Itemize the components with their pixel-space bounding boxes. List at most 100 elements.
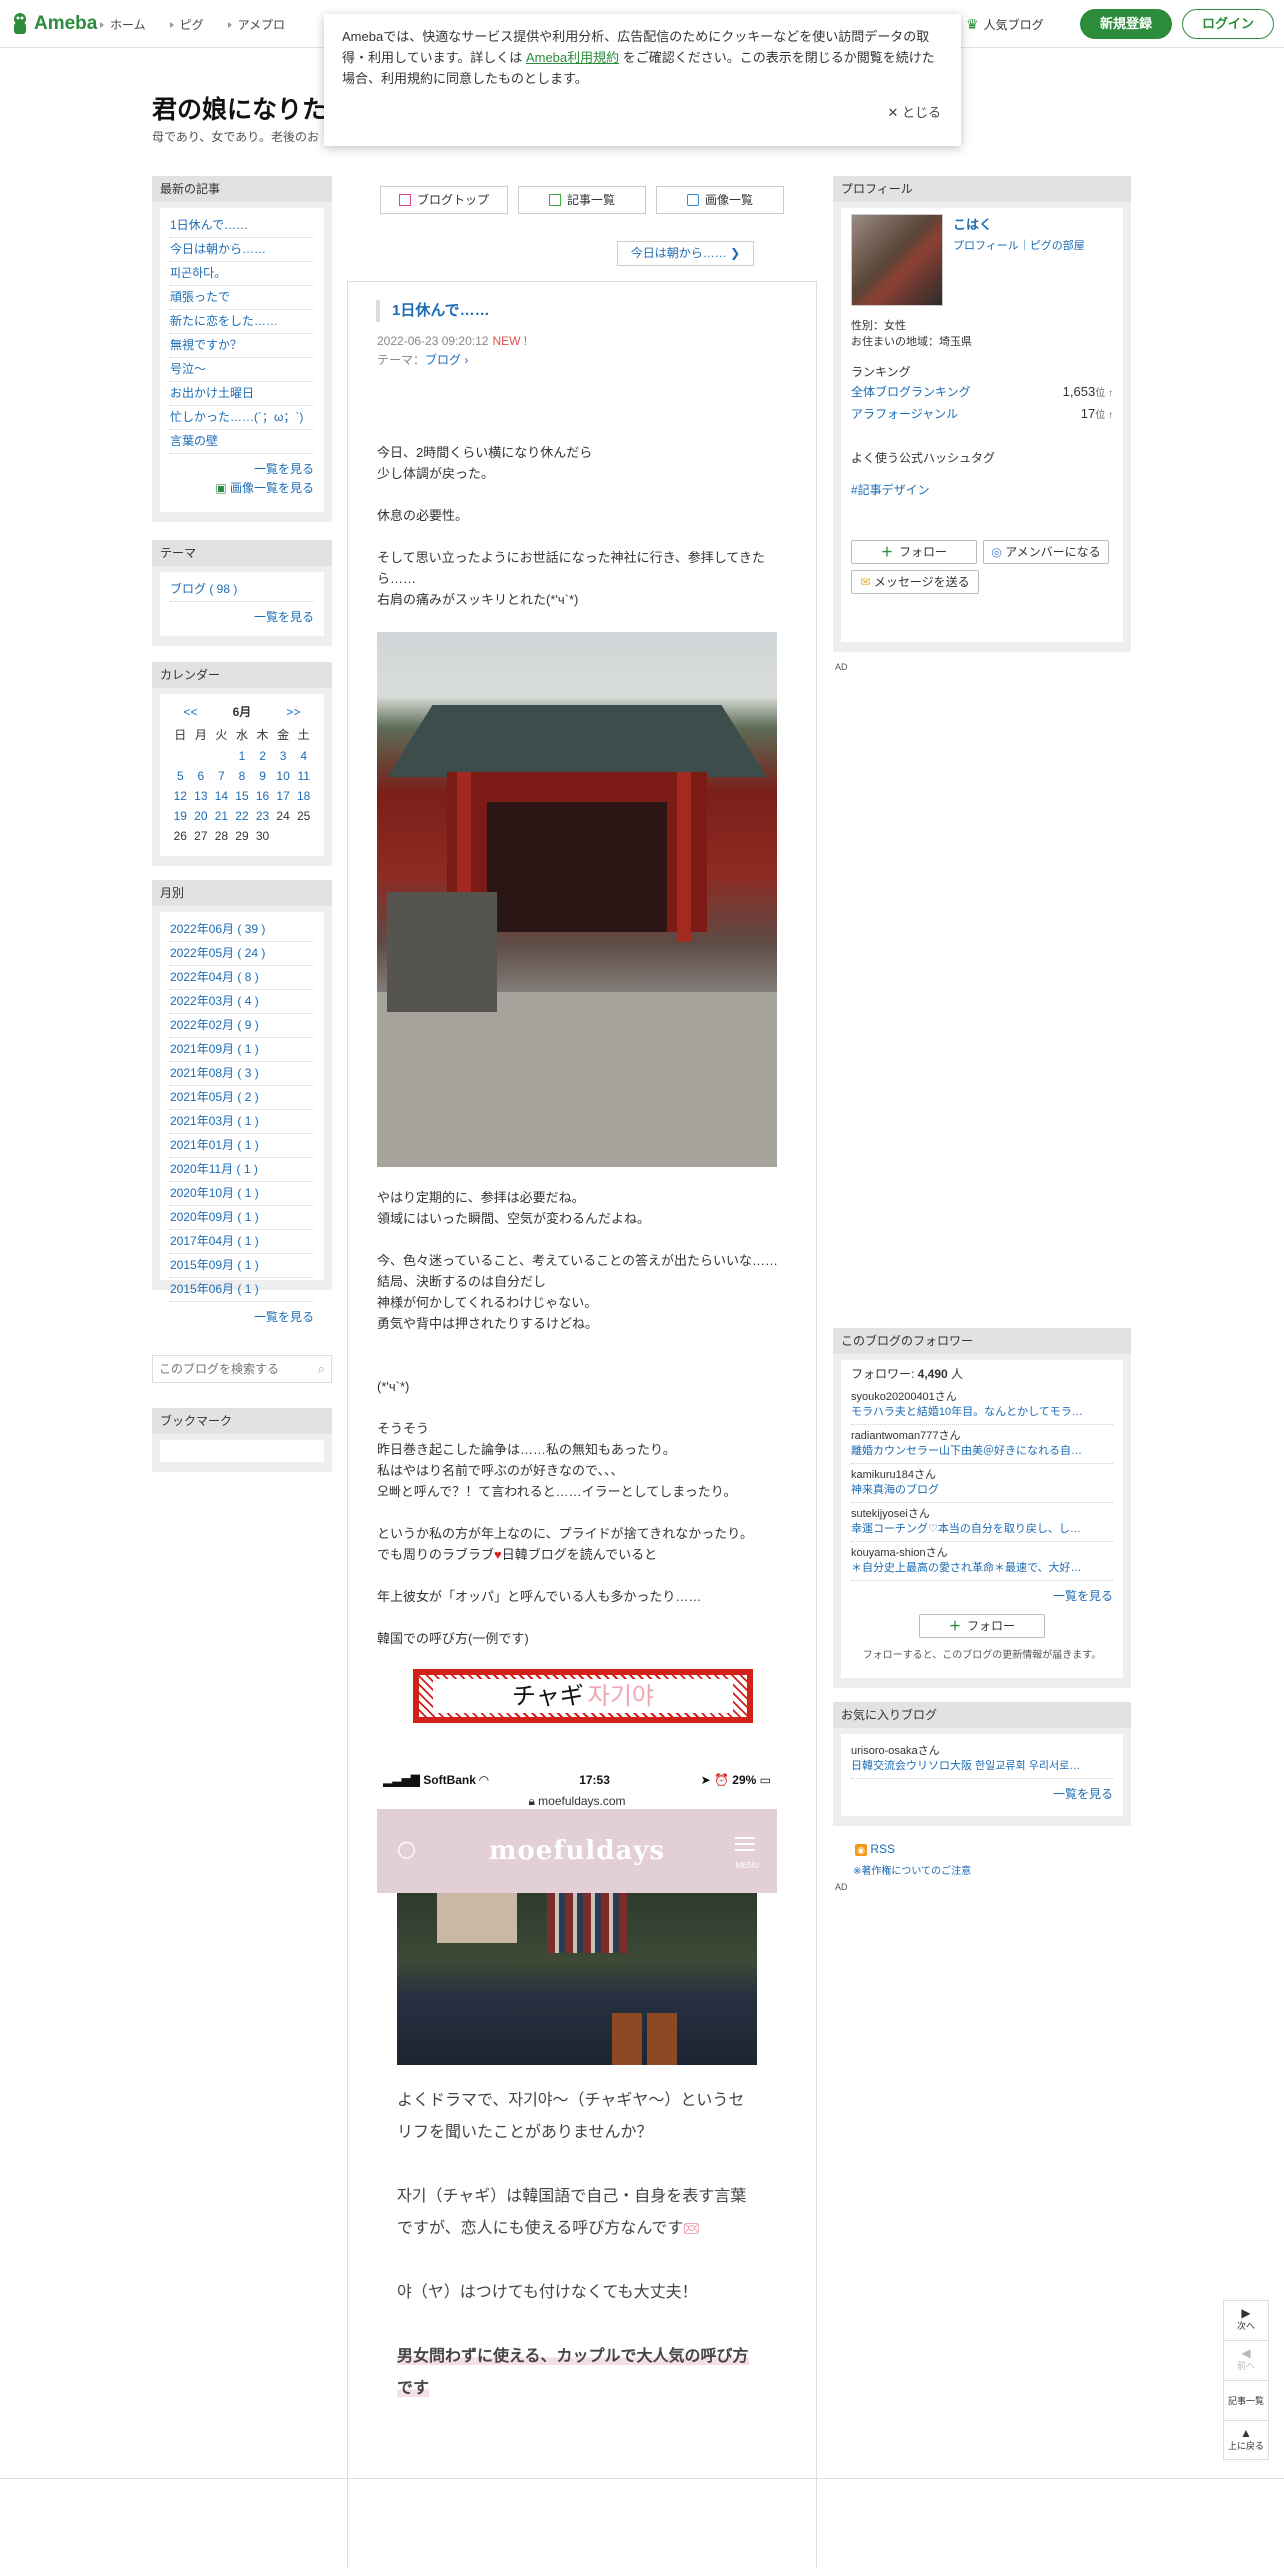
monthly-archive-link[interactable]: 2015年09月 ( 1 ) (170, 1254, 314, 1278)
back-to-top-button[interactable]: ▲ 上に戻る (1224, 2421, 1268, 2461)
nav-pigg[interactable]: ピグ (169, 16, 204, 33)
calendar-day[interactable]: 16 (252, 786, 273, 806)
follower-blog[interactable]: ＊自分史上最高の愛され革命＊最速で、大好… (851, 1561, 1113, 1576)
recent-article-link[interactable]: 1日休んで…… (170, 214, 314, 238)
nav-home[interactable]: ホーム (100, 16, 146, 33)
monthly-archive-link[interactable]: 2021年08月 ( 3 ) (170, 1062, 314, 1086)
prev-article-button[interactable]: 今日は朝から…… ❯ (617, 241, 754, 266)
rss-link[interactable]: ◉ RSS (855, 1842, 895, 1856)
calendar-day[interactable]: 2 (252, 746, 273, 766)
calendar-day[interactable]: 9 (252, 766, 273, 786)
monthly-archive-link[interactable]: 2021年05月 ( 2 ) (170, 1086, 314, 1110)
cookie-close-button[interactable]: ✕ とじる (887, 102, 941, 121)
terms-link[interactable]: Ameba利用規約 (526, 50, 619, 65)
follow-button[interactable]: ＋ フォロー (851, 540, 977, 564)
recent-article-link[interactable]: 新たに恋をした…… (170, 310, 314, 334)
hashtag-link[interactable]: #記事デザイン (851, 482, 1113, 498)
follower-blog[interactable]: 神来真海のブログ (851, 1483, 1113, 1498)
ranking-overall-link[interactable]: 全体ブログランキング (851, 382, 971, 404)
amember-button[interactable]: ◎ アメンバーになる (983, 540, 1109, 564)
recent-article-link[interactable]: 無視ですか？ (170, 334, 314, 358)
profile-name[interactable]: こはく (953, 214, 1085, 233)
calendar-day[interactable]: 3 (273, 746, 294, 766)
theme-link[interactable]: ブログ ( 98 ) (170, 578, 314, 602)
follower-item[interactable]: kamikuru184さん 神来真海のブログ (851, 1464, 1113, 1503)
favorite-item[interactable]: urisoro-osakaさん 日韓交流会ウリソロ大阪 한일교류회 우리서로… (851, 1740, 1113, 1779)
follower-item[interactable]: syouko20200401さん モラハラ夫と結婚10年目。なんとかしてモラ… (851, 1386, 1113, 1425)
article-title[interactable]: 1日休んで…… (376, 300, 490, 322)
monthly-archive-link[interactable]: 2020年09月 ( 1 ) (170, 1206, 314, 1230)
calendar-prev[interactable]: << (170, 700, 211, 723)
search-icon[interactable]: ⌕ (318, 1361, 325, 1377)
copyright-link[interactable]: ※著作権についてのご注意 (853, 1862, 971, 1877)
calendar-day[interactable]: 21 (211, 806, 232, 826)
follower-blog[interactable]: 幸運コーチング♡本当の自分を取り戻し、し… (851, 1522, 1113, 1537)
follower-item[interactable]: sutekijyoseiさん 幸運コーチング♡本当の自分を取り戻し、し… (851, 1503, 1113, 1542)
recent-article-link[interactable]: 頑張ったで (170, 286, 314, 310)
nav-amepro[interactable]: アメプロ (227, 16, 285, 33)
blog-search-input[interactable] (153, 1356, 303, 1382)
register-button[interactable]: 新規登録 (1080, 9, 1172, 39)
recent-article-link[interactable]: 言葉の壁 (170, 430, 314, 454)
calendar-day[interactable]: 5 (170, 766, 191, 786)
tab-blog-top[interactable]: ブログトップ (380, 186, 508, 214)
monthly-archive-link[interactable]: 2022年06月 ( 39 ) (170, 918, 314, 942)
calendar-day[interactable]: 22 (232, 806, 253, 826)
monthly-archive-link[interactable]: 2015年06月 ( 1 ) (170, 1278, 314, 1302)
theme-more-link[interactable]: 一覧を見る (170, 608, 314, 625)
calendar-day[interactable]: 18 (293, 786, 314, 806)
shrine-photo[interactable] (377, 632, 777, 1167)
embedded-screenshot[interactable]: ▂▃▅▇ SoftBank ◠ 17:53 ➤ ⏰ 29% ▭ 🔒︎ moefu… (377, 1769, 777, 2405)
blog-title[interactable]: 君の娘になりた (152, 90, 327, 126)
calendar-day[interactable]: 4 (293, 746, 314, 766)
recent-article-link[interactable]: 피곤하다。 (170, 262, 314, 286)
monthly-archive-link[interactable]: 2021年01月 ( 1 ) (170, 1134, 314, 1158)
monthly-archive-link[interactable]: 2021年03月 ( 1 ) (170, 1110, 314, 1134)
calendar-day[interactable]: 19 (170, 806, 191, 826)
tab-article-list[interactable]: 記事一覧 (518, 186, 646, 214)
ranking-genre-link[interactable]: アラフォージャンル (851, 404, 958, 426)
favorite-blog[interactable]: 日韓交流会ウリソロ大阪 한일교류회 우리서로… (851, 1759, 1113, 1774)
followers-more-link[interactable]: 一覧を見る (851, 1587, 1113, 1604)
monthly-archive-link[interactable]: 2022年04月 ( 8 ) (170, 966, 314, 990)
recent-article-link[interactable]: 今日は朝から…… (170, 238, 314, 262)
profile-avatar[interactable] (851, 214, 943, 306)
recent-more-link[interactable]: 一覧を見る (170, 460, 314, 477)
calendar-day[interactable]: 20 (191, 806, 212, 826)
monthly-archive-link[interactable]: 2022年03月 ( 4 ) (170, 990, 314, 1014)
popular-blog-link[interactable]: ♛ 人気ブログ (966, 16, 1044, 33)
calendar-day[interactable]: 17 (273, 786, 294, 806)
calendar-day[interactable]: 6 (191, 766, 212, 786)
calendar-day[interactable]: 23 (252, 806, 273, 826)
favorite-more-link[interactable]: 一覧を見る (851, 1785, 1113, 1802)
calendar-day[interactable]: 1 (232, 746, 253, 766)
tab-image-list[interactable]: 画像一覧 (656, 186, 784, 214)
calendar-day[interactable]: 12 (170, 786, 191, 806)
image-list-link[interactable]: ▣ 画像一覧を見る (170, 479, 314, 496)
recent-article-link[interactable]: 忙しかった……(´；ω；`) (170, 406, 314, 430)
recent-article-link[interactable]: お出かけ土曜日 (170, 382, 314, 406)
next-button[interactable]: ▶ 次へ (1224, 2301, 1268, 2341)
monthly-archive-link[interactable]: 2022年02月 ( 9 ) (170, 1014, 314, 1038)
recent-article-link[interactable]: 号泣〜 (170, 358, 314, 382)
theme-link[interactable]: ブログ (425, 353, 461, 367)
prev-button[interactable]: ◀ 前へ (1224, 2341, 1268, 2381)
follower-blog[interactable]: モラハラ夫と結婚10年目。なんとかしてモラ… (851, 1405, 1113, 1420)
calendar-day[interactable]: 7 (211, 766, 232, 786)
profile-links[interactable]: プロフィール｜ピグの部屋 (953, 237, 1085, 253)
follow-button-2[interactable]: ＋ フォロー (919, 1614, 1045, 1638)
monthly-archive-link[interactable]: 2021年09月 ( 1 ) (170, 1038, 314, 1062)
monthly-more-link[interactable]: 一覧を見る (170, 1308, 314, 1325)
login-button[interactable]: ログイン (1182, 9, 1274, 39)
monthly-archive-link[interactable]: 2017年04月 ( 1 ) (170, 1230, 314, 1254)
follower-item[interactable]: kouyama-shionさん ＊自分史上最高の愛され革命＊最速で、大好… (851, 1542, 1113, 1581)
calendar-day[interactable]: 14 (211, 786, 232, 806)
calendar-day[interactable]: 15 (232, 786, 253, 806)
calendar-day[interactable]: 11 (293, 766, 314, 786)
calendar-next[interactable]: >> (273, 700, 314, 723)
monthly-archive-link[interactable]: 2020年10月 ( 1 ) (170, 1182, 314, 1206)
calendar-day[interactable]: 8 (232, 766, 253, 786)
article-list-button[interactable]: 記事一覧 (1224, 2381, 1268, 2421)
calendar-day[interactable]: 10 (273, 766, 294, 786)
follower-item[interactable]: radiantwoman777さん 離婚カウンセラー山下由美＠好きになれる自… (851, 1425, 1113, 1464)
